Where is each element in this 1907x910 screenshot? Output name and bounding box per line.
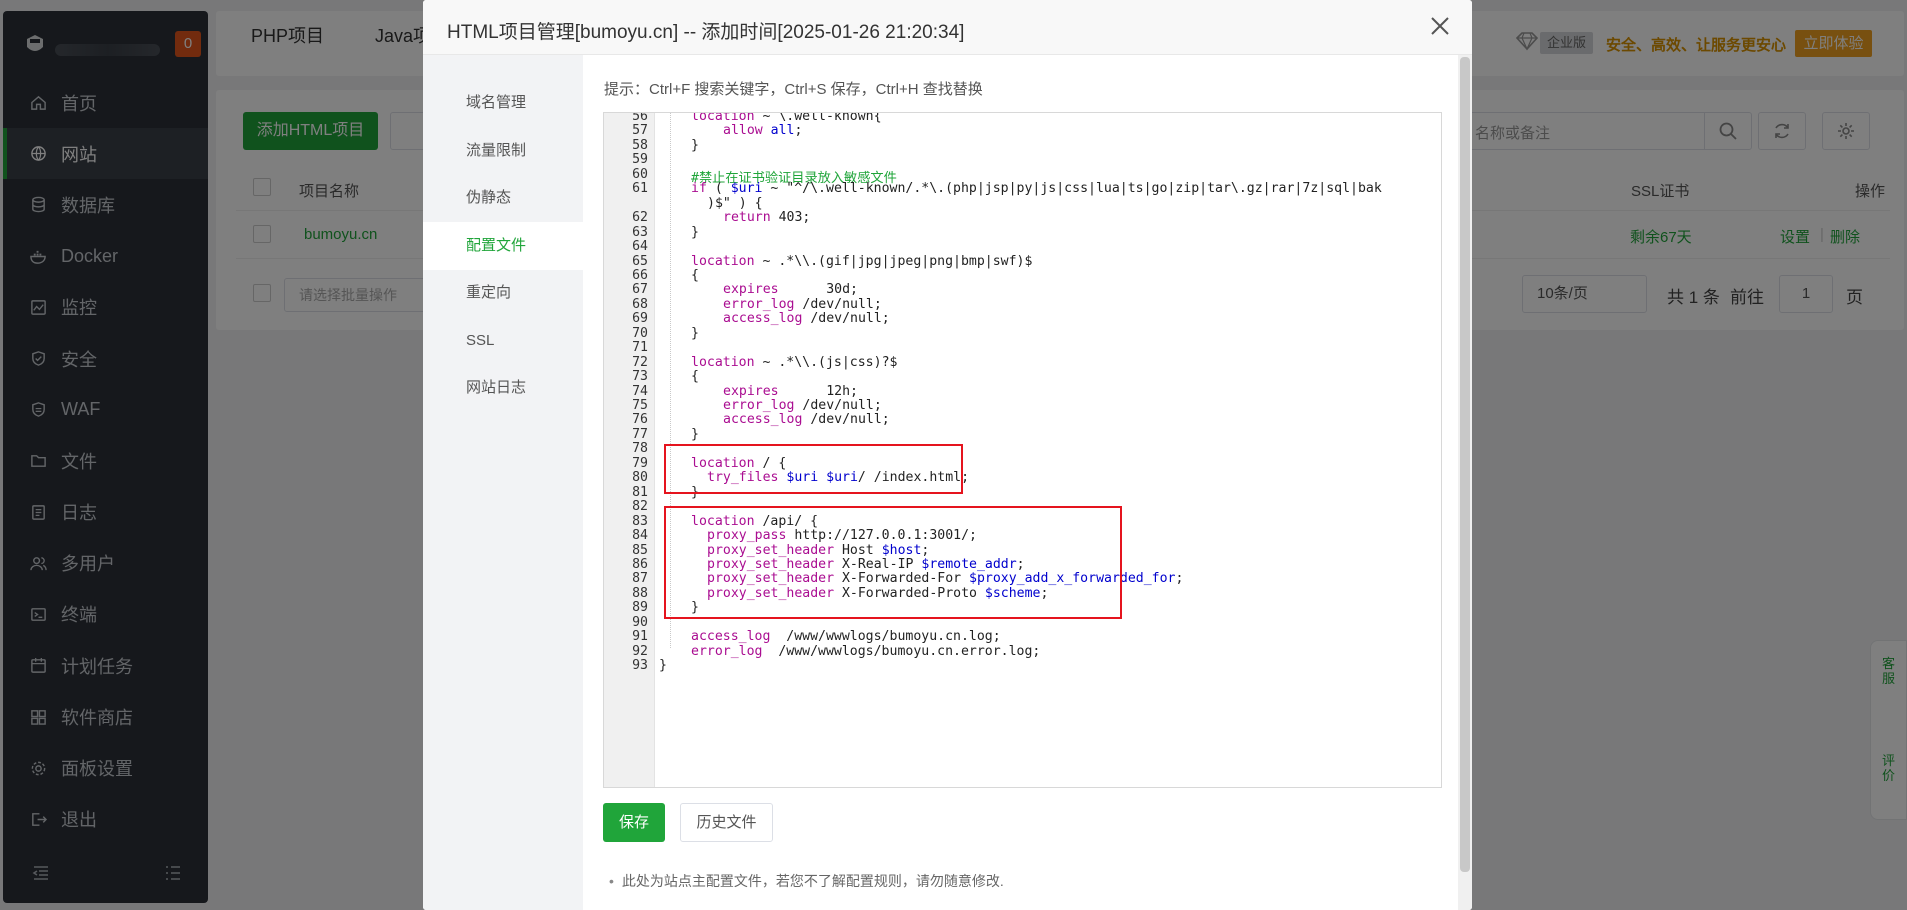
line-number: 57 [632,123,648,139]
highlight-box-location-root [664,444,963,494]
dialog-nav-item-3[interactable]: 配置文件 [423,221,583,270]
line-number: 65 [632,253,648,269]
history-files-button[interactable]: 历史文件 [680,803,773,842]
line-number: 82 [632,499,648,515]
dialog-nav-item-4[interactable]: 重定向 [423,269,583,317]
line-number: 67 [632,282,648,298]
line-number: 89 [632,600,648,616]
line-number: 88 [632,585,648,601]
line-number: 64 [632,239,648,255]
line-number: 93 [632,658,648,674]
line-number: 70 [632,325,648,341]
code-line[interactable]: location ~ .*\\.(js|css)?$ [691,355,897,370]
line-number: 84 [632,528,648,544]
code-line[interactable]: expires 12h; [723,384,858,399]
code-line[interactable]: { [691,369,699,384]
line-number: 87 [632,571,648,587]
highlight-box-location-api [664,506,1122,619]
code-line[interactable]: error_log /dev/null; [723,398,882,413]
line-number: 92 [632,643,648,659]
dialog-nav-item-2[interactable]: 伪静态 [423,174,583,222]
config-note: 此处为站点主配置文件，若您不了解配置规则，请勿随意修改. [609,871,1004,891]
code-line[interactable]: } [691,427,699,442]
line-number: 71 [632,340,648,356]
line-number: 59 [632,152,648,168]
editor-hint: 提示：Ctrl+F 搜索关键字，Ctrl+S 保存，Ctrl+H 查找替换 [604,81,983,98]
code-line[interactable]: if ( $uri ~ "^/\.well-known/.*\.(php|jsp… [691,181,1382,196]
line-number: 62 [632,210,648,226]
save-button[interactable]: 保存 [603,803,665,842]
line-number: 80 [632,470,648,486]
code-line[interactable]: expires 30d; [723,282,858,297]
dialog-scroll-thumb[interactable] [1460,57,1470,872]
dialog-nav-item-1[interactable]: 流量限制 [423,127,583,175]
code-line[interactable]: access_log /www/wwwlogs/bumoyu.cn.log; [691,629,1001,644]
project-manage-dialog: HTML项目管理[bumoyu.cn] -- 添加时间[2025-01-26 2… [423,0,1472,910]
line-number: 63 [632,224,648,240]
line-number: 79 [632,455,648,471]
code-line[interactable]: access_log /dev/null; [723,311,890,326]
line-number: 72 [632,354,648,370]
line-number: 73 [632,369,648,385]
line-number: 56 [632,112,648,124]
line-number: 68 [632,296,648,312]
line-number: 81 [632,484,648,500]
dialog-scrollbar[interactable] [1458,55,1472,910]
dialog-nav-item-0[interactable]: 域名管理 [423,79,583,127]
line-number: 75 [632,398,648,413]
line-number: 60 [632,166,648,182]
dialog-header: HTML项目管理[bumoyu.cn] -- 添加时间[2025-01-26 2… [423,0,1472,55]
code-line[interactable]: } [691,225,699,240]
line-number: 58 [632,137,648,153]
dialog-nav: 域名管理 流量限制 伪静态 配置文件 重定向 SSL 网站日志 [423,55,583,910]
line-number: 77 [632,426,648,442]
line-number: 91 [632,629,648,645]
code-line[interactable]: } [691,326,699,341]
line-number: 85 [632,542,648,558]
line-number: 74 [632,383,648,399]
code-line[interactable]: location ~ \.well-known{ [691,113,882,124]
code-line[interactable]: return 403; [723,210,810,225]
config-editor[interactable]: 56 location ~ \.well-known{ 57 allow all; 58… [603,112,1442,788]
code-line[interactable]: } [659,658,667,673]
dialog-nav-item-6[interactable]: 网站日志 [423,364,583,412]
code-line[interactable]: access_log /dev/null; [723,412,890,427]
line-number: 69 [632,311,648,327]
code-line[interactable]: error_log /www/wwwlogs/bumoyu.cn.error.l… [691,644,1040,659]
dialog-nav-item-5[interactable]: SSL [423,317,583,365]
line-number: 90 [632,614,648,630]
code-line[interactable]: { [691,268,699,283]
line-number: 78 [632,441,648,457]
dialog-title: HTML项目管理[bumoyu.cn] -- 添加时间[2025-01-26 2… [447,22,965,43]
line-number: 76 [632,412,648,428]
code-line[interactable]: } [691,138,699,153]
line-number: 61 [632,181,648,197]
line-number: 86 [632,556,648,572]
code-line[interactable]: allow all; [723,123,802,138]
code-line[interactable]: )$" ) { [707,196,763,211]
line-number: 83 [632,513,648,529]
line-number: 66 [632,267,648,283]
close-icon[interactable] [1428,14,1452,38]
code-line[interactable]: error_log /dev/null; [723,297,882,312]
code-line[interactable]: location ~ .*\\.(gif|jpg|jpeg|png|bmp|sw… [691,254,1032,269]
